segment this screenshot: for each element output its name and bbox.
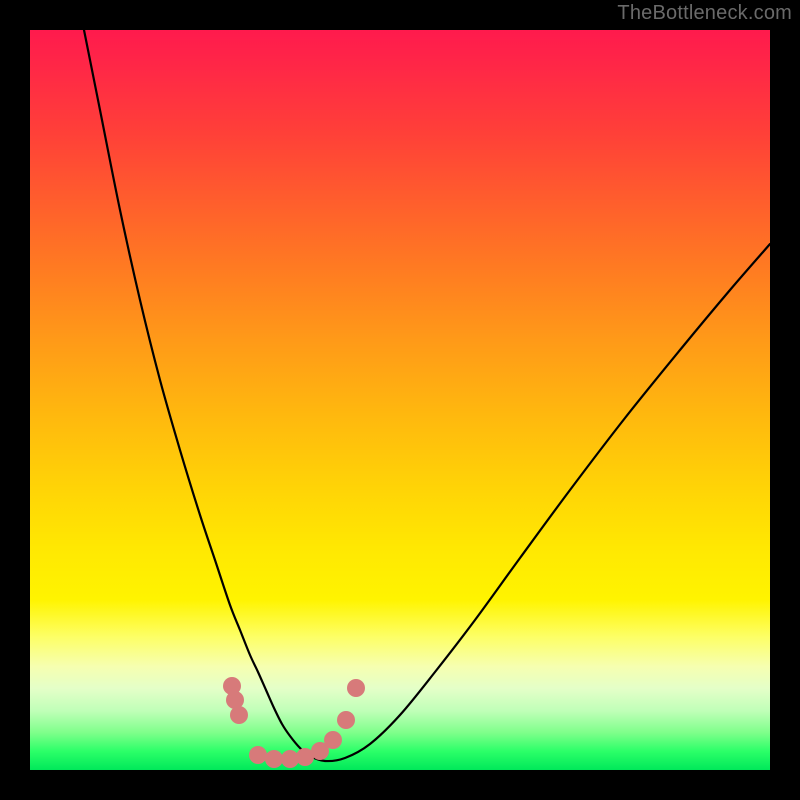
trough-marker: [230, 706, 248, 724]
bottleneck-curve: [84, 30, 770, 761]
trough-marker: [347, 679, 365, 697]
watermark-text: TheBottleneck.com: [617, 2, 792, 25]
plot-area: [30, 30, 770, 770]
trough-marker: [249, 746, 267, 764]
trough-marker: [265, 750, 283, 768]
trough-marker: [324, 731, 342, 749]
curve-svg: [30, 30, 770, 770]
chart-frame: TheBottleneck.com: [0, 0, 800, 800]
trough-marker: [337, 711, 355, 729]
trough-markers: [223, 677, 365, 768]
